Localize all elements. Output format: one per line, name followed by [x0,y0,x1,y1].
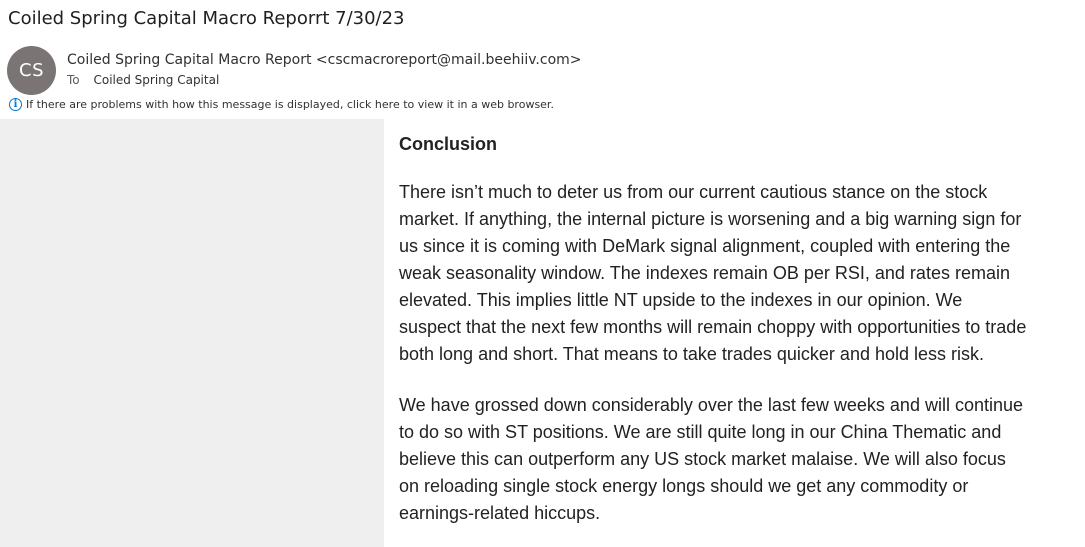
to-label: To [67,73,80,87]
recipient-line: To Coiled Spring Capital [67,73,219,87]
recipient-name[interactable]: Coiled Spring Capital [93,73,219,87]
sender-name-address[interactable]: Coiled Spring Capital Macro Report <cscm… [67,52,582,68]
right-margin [1044,119,1085,547]
message-body-frame: Conclusion There isn’t much to deter us … [0,119,1085,547]
display-problem-infobar[interactable]: i If there are problems with how this me… [9,98,554,111]
info-circle-icon: i [9,98,22,111]
body-paragraph: There isn’t much to deter us from our cu… [399,182,1027,364]
infobar-message[interactable]: If there are problems with how this mess… [26,98,554,111]
section-heading: Conclusion [399,134,497,154]
body-paragraph: We have grossed down considerably over t… [399,395,1024,523]
email-subject: Coiled Spring Capital Macro Reporrt 7/30… [8,8,405,29]
message-content: Conclusion There isn’t much to deter us … [384,119,1044,547]
sender-avatar[interactable]: CS [7,46,56,95]
avatar-initials: CS [19,60,44,81]
